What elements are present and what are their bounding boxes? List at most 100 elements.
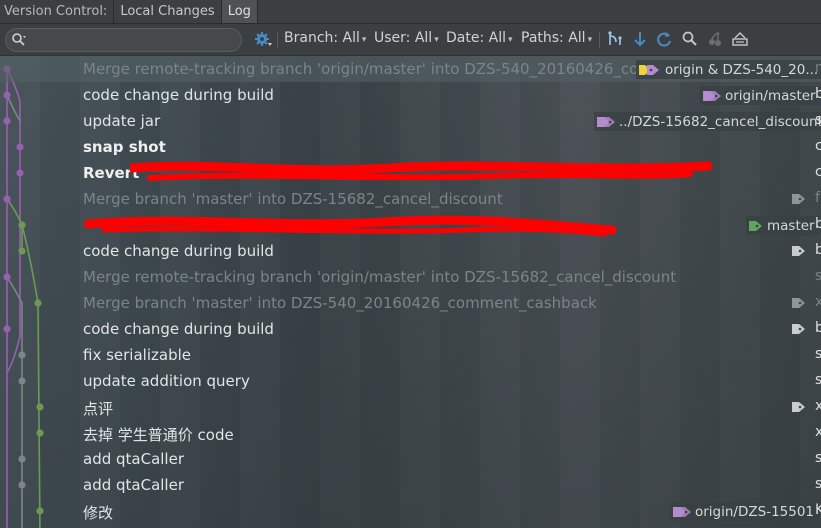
gear-icon[interactable] [254,30,272,48]
commit-subject: 修改 [83,504,114,522]
tag-icon [597,116,615,127]
commit-author: K [815,502,821,518]
ref-name: origin & DZS-540_20... [665,61,819,78]
commit-row[interactable]: fix serializable s [0,342,821,368]
search-icon [12,33,26,46]
redaction-mark [84,215,617,237]
commit-author: f [815,190,820,206]
commit-author: c [815,164,821,180]
tool-window-title: Version Control: [0,0,115,23]
search-icon[interactable] [681,30,699,48]
commit-author: s [815,476,821,492]
commit-row[interactable]: snap shot c [0,134,821,160]
commit-author: c [815,138,821,154]
toolbar-separator [277,32,278,48]
commit-row[interactable]: add qtaCaller s [0,446,821,472]
log-toolbar: Branch: All ▾ User: All ▾ Date: All ▾ Paths… [0,24,821,56]
tag-icon [749,220,762,231]
commit-author: s [815,268,821,284]
commit-subject: Merge branch 'master' into DZS-540_20160… [83,294,597,312]
dropdown-arrow-icon: ▾ [508,35,513,45]
commit-row[interactable]: 去掉 学生普通价 code x [0,420,821,446]
commit-author: b [815,86,821,102]
ref-label[interactable]: master [746,216,819,235]
commit-subject: snap shot [83,138,166,156]
ref-label[interactable]: origin/master [700,86,820,105]
toolbar-separator [599,32,600,48]
user-filter[interactable]: User: All ▾ [374,30,439,46]
dropdown-arrow-icon: ▾ [587,35,593,45]
commit-row[interactable]: 修改 origin/DZS-15501 K [0,498,821,524]
commit-row[interactable]: code change during build b [0,316,821,342]
commit-subject: Merge remote-tracking branch 'origin/mas… [83,60,677,78]
commit-subject: add qtaCaller [83,476,184,494]
commit-row[interactable]: Merge branch 'master' into DZS-540_20160… [0,290,821,316]
commit-author: x [815,424,821,440]
commit-author: s [815,346,821,362]
version-control-tabbar: Version Control: Local Changes Log [0,0,821,24]
commit-author: b [815,216,821,232]
ref-name: ../DZS-15682_cancel_discount [619,113,821,130]
tag-icon[interactable] [791,296,807,310]
cherry-pick-icon[interactable] [706,30,724,48]
paths-filter-label: Paths: All [521,30,586,46]
tag-icon [673,506,691,517]
commit-author: x [815,398,821,414]
commit-subject: code change during build [83,320,274,338]
ref-name: master [767,217,815,234]
tag-icon[interactable] [791,192,807,206]
tab-log[interactable]: Log [221,0,258,23]
branch-structure-icon[interactable] [606,30,624,48]
commit-row[interactable]: 点评 x [0,394,821,420]
commit-row[interactable]: update addition query s [0,368,821,394]
commit-subject: fix serializable [83,346,191,364]
commit-row[interactable]: Merge remote-tracking branch 'origin/mas… [0,56,821,82]
commit-list: Merge remote-tracking branch 'origin/mas… [0,56,821,528]
tag-icon[interactable] [791,400,807,414]
commit-row[interactable]: add qtaCaller s [0,472,821,498]
commit-author: x [815,294,821,310]
paths-filter[interactable]: Paths: All ▾ [521,30,592,46]
search-input[interactable] [5,28,242,52]
ref-label[interactable]: origin/DZS-15501 [670,502,819,521]
ref-label[interactable]: ../DZS-15682_cancel_discount [594,112,821,131]
commit-author: s [815,372,821,388]
commit-author: s [815,112,821,128]
commit-subject: code change during build [83,86,274,104]
commit-row[interactable]: code change during build origin/master b [0,82,821,108]
ref-name: origin/DZS-15501 [695,503,815,520]
tag-icon[interactable] [791,322,807,336]
tag-icon [639,64,659,75]
refresh-icon[interactable] [655,30,673,48]
dropdown-arrow-icon: ▾ [434,35,439,45]
commit-author: s [815,450,821,466]
go-to-commit-icon[interactable] [631,30,649,48]
commit-subject: Merge branch 'master' into DZS-15682_can… [83,190,503,208]
commit-subject: update jar [83,112,161,130]
tag-icon [703,90,721,101]
tab-local-changes[interactable]: Local Changes [114,0,222,23]
branch-filter-label: Branch: All [284,30,360,46]
commit-subject: code change during build [83,242,274,260]
commit-author: n [815,60,821,76]
commit-row[interactable]: Merge remote-tracking branch 'origin/mas… [0,264,821,290]
commit-subject: update addition query [83,372,250,390]
commit-author: b [815,320,821,336]
commit-subject: add qtaCaller [83,450,184,468]
ref-name: origin/master [725,87,816,104]
date-filter-label: Date: All [446,30,506,46]
commit-row[interactable]: update jar ../DZS-15682_cancel_discount … [0,108,821,134]
commit-subject: 去掉 学生普通价 code [83,426,234,444]
ref-label[interactable]: origin & DZS-540_20... [636,60,821,79]
tag-icon[interactable] [791,244,807,258]
dropdown-arrow-icon: ▾ [361,35,367,45]
date-filter[interactable]: Date: All ▾ [446,30,513,46]
branch-filter[interactable]: Branch: All ▾ [284,30,366,46]
redaction-mark [130,161,713,181]
commit-subject: Merge remote-tracking branch 'origin/mas… [83,268,677,286]
intellisort-icon[interactable] [731,30,749,48]
user-filter-label: User: All [374,30,433,46]
commit-subject: 点评 [83,400,114,418]
commit-author: b [815,242,821,258]
commit-row[interactable]: Merge branch 'master' into DZS-15682_can… [0,186,821,212]
